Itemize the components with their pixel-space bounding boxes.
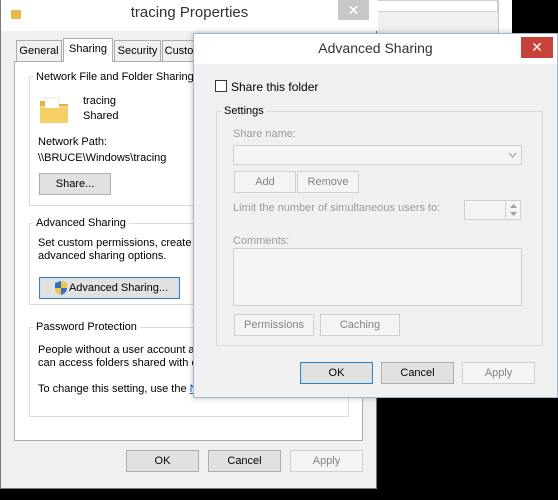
apply-button[interactable]: Apply [462,362,535,384]
settings-label: Settings [221,105,267,117]
share-folder-checkbox[interactable] [215,80,227,92]
tab-customize[interactable]: Custo [162,40,196,61]
ok-button[interactable]: OK [126,450,199,472]
advanced-sharing-dialog: Advanced Sharing ✕ Share this folder Set… [193,33,558,398]
apply-button[interactable]: Apply [290,450,363,472]
folder-status: Shared [83,110,119,122]
chevron-down-icon [508,152,517,158]
limit-users-label: Limit the number of simultaneous users t… [233,202,441,214]
password-desc-1: People without a user account ar [38,344,199,356]
advanced-sharing-title: Advanced Sharing [318,40,433,56]
close-button[interactable]: ✕ [338,0,369,20]
share-name-label: Share name: [233,128,296,140]
cancel-button[interactable]: Cancel [381,362,454,384]
comments-textarea[interactable] [233,248,522,306]
background-window-titlebar [377,0,498,12]
limit-users-spinner[interactable] [464,200,521,220]
tab-general[interactable]: General [16,40,62,61]
share-folder-label: Share this folder [231,80,319,94]
spin-up-icon[interactable] [510,204,517,208]
advanced-sharing-label: Advanced Sharing [33,217,129,229]
folder-name: tracing [83,95,117,107]
network-sharing-label: Network File and Folder Sharing [33,71,197,83]
remove-button[interactable]: Remove [297,171,359,193]
advanced-sharing-titlebar: Advanced Sharing ✕ [194,34,557,64]
password-desc-3-text: To change this setting, use the [38,383,190,395]
share-name-dropdown[interactable] [233,145,522,165]
spin-down-icon[interactable] [510,212,517,216]
caching-button[interactable]: Caching [320,314,400,336]
close-button[interactable]: ✕ [521,37,553,58]
password-desc-2: can access folders shared with e [38,357,198,369]
password-protection-label: Password Protection [33,321,140,333]
network-path-label: Network Path: [38,136,108,148]
network-path-value: \\BRUCE\Windows\tracing [38,152,167,164]
background-window-strip [498,0,512,34]
cancel-button[interactable]: Cancel [208,450,281,472]
properties-title: tracing Properties [130,4,249,21]
comments-label: Comments: [233,235,290,247]
folder-icon [40,97,68,123]
advanced-sharing-desc-1: Set custom permissions, create m [38,237,204,249]
ok-button[interactable]: OK [300,362,373,384]
tab-sharing[interactable]: Sharing [63,38,113,62]
add-button[interactable]: Add [234,171,296,193]
advanced-sharing-button-label: Advanced Sharing... [68,282,169,294]
share-button[interactable]: Share... [39,173,111,195]
advanced-sharing-desc-2: advanced sharing options. [38,250,167,262]
password-desc-3: To change this setting, use the N [38,383,198,395]
properties-titlebar: tracing Properties ✕ [1,0,378,31]
advanced-sharing-button[interactable]: Advanced Sharing... [39,277,180,299]
uac-shield-icon [55,281,67,295]
tab-security[interactable]: Security [114,40,161,61]
permissions-button[interactable]: Permissions [234,314,314,336]
